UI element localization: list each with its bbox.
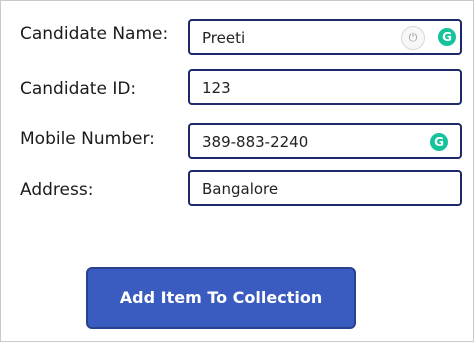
- candidate-name-field[interactable]: Preeti ⏻ G: [188, 19, 462, 55]
- power-icon[interactable]: ⏻: [401, 26, 425, 50]
- address-label: Address:: [20, 180, 94, 200]
- address-value: Bangalore: [202, 180, 279, 198]
- candidate-id-field[interactable]: 123: [188, 69, 462, 105]
- grammarly-icon[interactable]: G: [430, 133, 448, 151]
- add-item-button[interactable]: Add Item To Collection: [86, 267, 356, 329]
- candidate-name-value: Preeti: [202, 29, 246, 47]
- grammarly-icon[interactable]: G: [438, 28, 456, 46]
- form-panel: Candidate Name: Preeti ⏻ G Candidate ID:…: [0, 0, 474, 342]
- mobile-number-label: Mobile Number:: [20, 129, 155, 149]
- address-field[interactable]: Bangalore: [188, 170, 462, 206]
- mobile-number-value: 389-883-2240: [202, 133, 309, 151]
- candidate-id-label: Candidate ID:: [20, 79, 137, 99]
- candidate-name-label: Candidate Name:: [20, 24, 169, 44]
- candidate-id-value: 123: [202, 79, 231, 97]
- mobile-number-field[interactable]: 389-883-2240 G: [188, 123, 462, 159]
